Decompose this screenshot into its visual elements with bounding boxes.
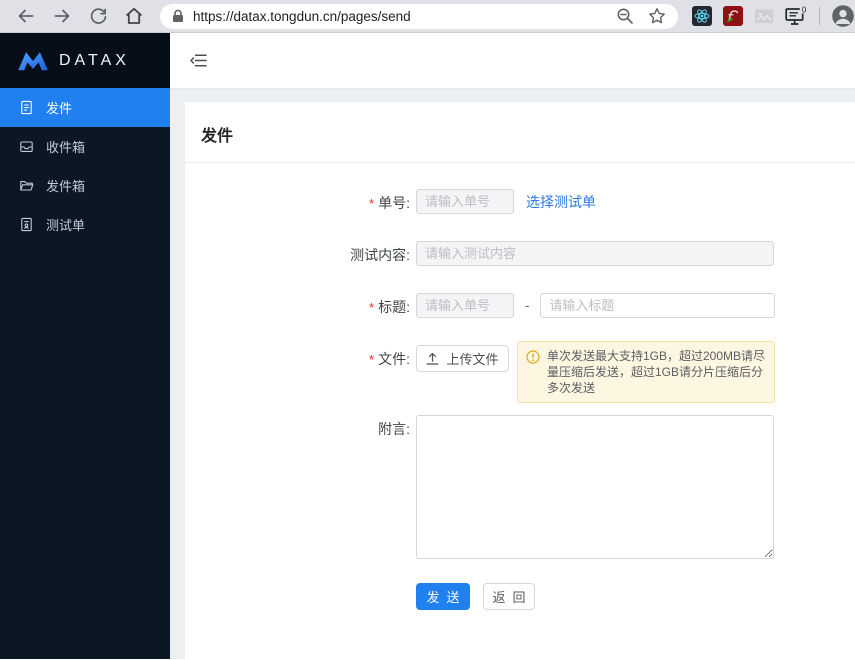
- order-number-input[interactable]: [416, 189, 514, 214]
- menu-fold-icon[interactable]: [190, 53, 207, 68]
- title-input[interactable]: [540, 293, 776, 318]
- form-actions: 发送 返回: [185, 583, 855, 610]
- required-marker: *: [369, 352, 375, 367]
- datax-logo-mark-icon: [16, 49, 50, 73]
- send-file-icon: [19, 100, 34, 115]
- datax-logo: DATAX: [0, 33, 170, 88]
- sidebar-item-label: 收件箱: [46, 140, 86, 155]
- title-label: * 标题:: [369, 299, 410, 315]
- sidebar-item-test-order[interactable]: 测试单: [0, 205, 170, 244]
- react-extension-icon[interactable]: [692, 6, 712, 26]
- file-field: 上传文件 单次发送最大支持1GB，超过200MB请尽量压缩后发送，超过1GB请分…: [416, 341, 775, 403]
- sidebar-item-label: 测试单: [46, 218, 86, 233]
- select-test-order-link[interactable]: 选择测试单: [526, 192, 596, 212]
- screen-capture-extension-icon[interactable]: 0: [785, 6, 808, 26]
- order-number-label: * 单号:: [369, 195, 410, 211]
- flash-extension-icon[interactable]: [723, 6, 743, 26]
- logo-text: DATAX: [59, 51, 130, 69]
- file-row: * 文件: 上传文件 单次发送最大支持1GB，超过200MB请尽量压缩后发送，超…: [185, 341, 855, 403]
- file-label: * 文件:: [369, 351, 410, 367]
- upload-file-button[interactable]: 上传文件: [416, 345, 509, 372]
- send-form-card: 发件 *单号: 选择测试单: [185, 102, 855, 659]
- test-content-input[interactable]: [416, 241, 774, 266]
- home-icon[interactable]: [124, 6, 144, 26]
- title-field: -: [416, 293, 776, 318]
- back-icon[interactable]: [16, 6, 36, 26]
- upload-icon: [426, 352, 439, 365]
- bookmark-star-icon[interactable]: [648, 7, 666, 25]
- send-button[interactable]: 发送: [416, 583, 470, 610]
- inbox-icon: [19, 139, 34, 154]
- upload-size-warning: 单次发送最大支持1GB，超过200MB请尽量压缩后发送，超过1GB请分片压缩后分…: [517, 341, 775, 403]
- title-separator: -: [525, 298, 530, 313]
- note-label: 附言:: [378, 421, 410, 437]
- extension-area: 0: [692, 4, 855, 28]
- forward-icon[interactable]: [52, 6, 72, 26]
- test-order-icon: [19, 217, 34, 232]
- reload-icon[interactable]: [88, 6, 108, 26]
- content-area: 发件 *单号: 选择测试单: [170, 88, 855, 659]
- sidebar-item-inbox[interactable]: 收件箱: [0, 127, 170, 166]
- upload-button-label: 上传文件: [446, 352, 499, 367]
- test-content-label: 测试内容:: [350, 247, 410, 263]
- note-row: 附言:: [185, 415, 855, 559]
- profile-avatar-icon[interactable]: [831, 4, 855, 28]
- address-bar[interactable]: https://datax.tongdun.cn/pages/send: [160, 3, 678, 29]
- sidebar-item-label: 发件: [46, 101, 73, 116]
- lock-icon: [172, 9, 184, 23]
- toolbar-divider: [819, 7, 820, 25]
- note-textarea[interactable]: [416, 415, 774, 559]
- main-area: 发件 *单号: 选择测试单: [170, 33, 855, 659]
- app-shell: DATAX 发件 收件箱 发件箱 测试单 发件 * 单号: 请输入单号 选择测试…: [0, 33, 855, 659]
- svg-text:0: 0: [802, 6, 807, 14]
- send-form: *单号: 选择测试单 测试内容:: [185, 163, 855, 610]
- sidebar-item-outbox[interactable]: 发件箱: [0, 166, 170, 205]
- outbox-folder-icon: [19, 178, 34, 193]
- warning-info-icon: [526, 350, 540, 368]
- back-button[interactable]: 返回: [483, 583, 535, 610]
- required-marker: *: [369, 196, 375, 211]
- required-marker: *: [369, 300, 375, 315]
- test-content-row: 测试内容:: [185, 241, 855, 266]
- page-title: 发件: [201, 128, 234, 145]
- test-content-field: [416, 241, 774, 266]
- browser-toolbar: https://datax.tongdun.cn/pages/send 0: [0, 0, 855, 33]
- disabled-extension-icon[interactable]: [754, 8, 774, 25]
- topbar: [170, 33, 855, 88]
- title-row: *标题: -: [185, 293, 855, 318]
- zoom-out-icon[interactable]: [616, 7, 634, 25]
- title-prefix-input[interactable]: [416, 293, 514, 318]
- order-number-field: 选择测试单: [416, 189, 596, 214]
- url-text[interactable]: https://datax.tongdun.cn/pages/send: [193, 9, 411, 24]
- sidebar-item-label: 发件箱: [46, 179, 86, 194]
- warning-text: 单次发送最大支持1GB，超过200MB请尽量压缩后发送，超过1GB请分片压缩后分…: [547, 349, 766, 395]
- note-field: [416, 415, 774, 559]
- sidebar: DATAX 发件 收件箱 发件箱 测试单: [0, 33, 170, 659]
- order-number-row: *单号: 选择测试单: [185, 189, 855, 214]
- sidebar-item-send[interactable]: 发件: [0, 88, 170, 127]
- sidebar-menu: 发件 收件箱 发件箱 测试单: [0, 88, 170, 244]
